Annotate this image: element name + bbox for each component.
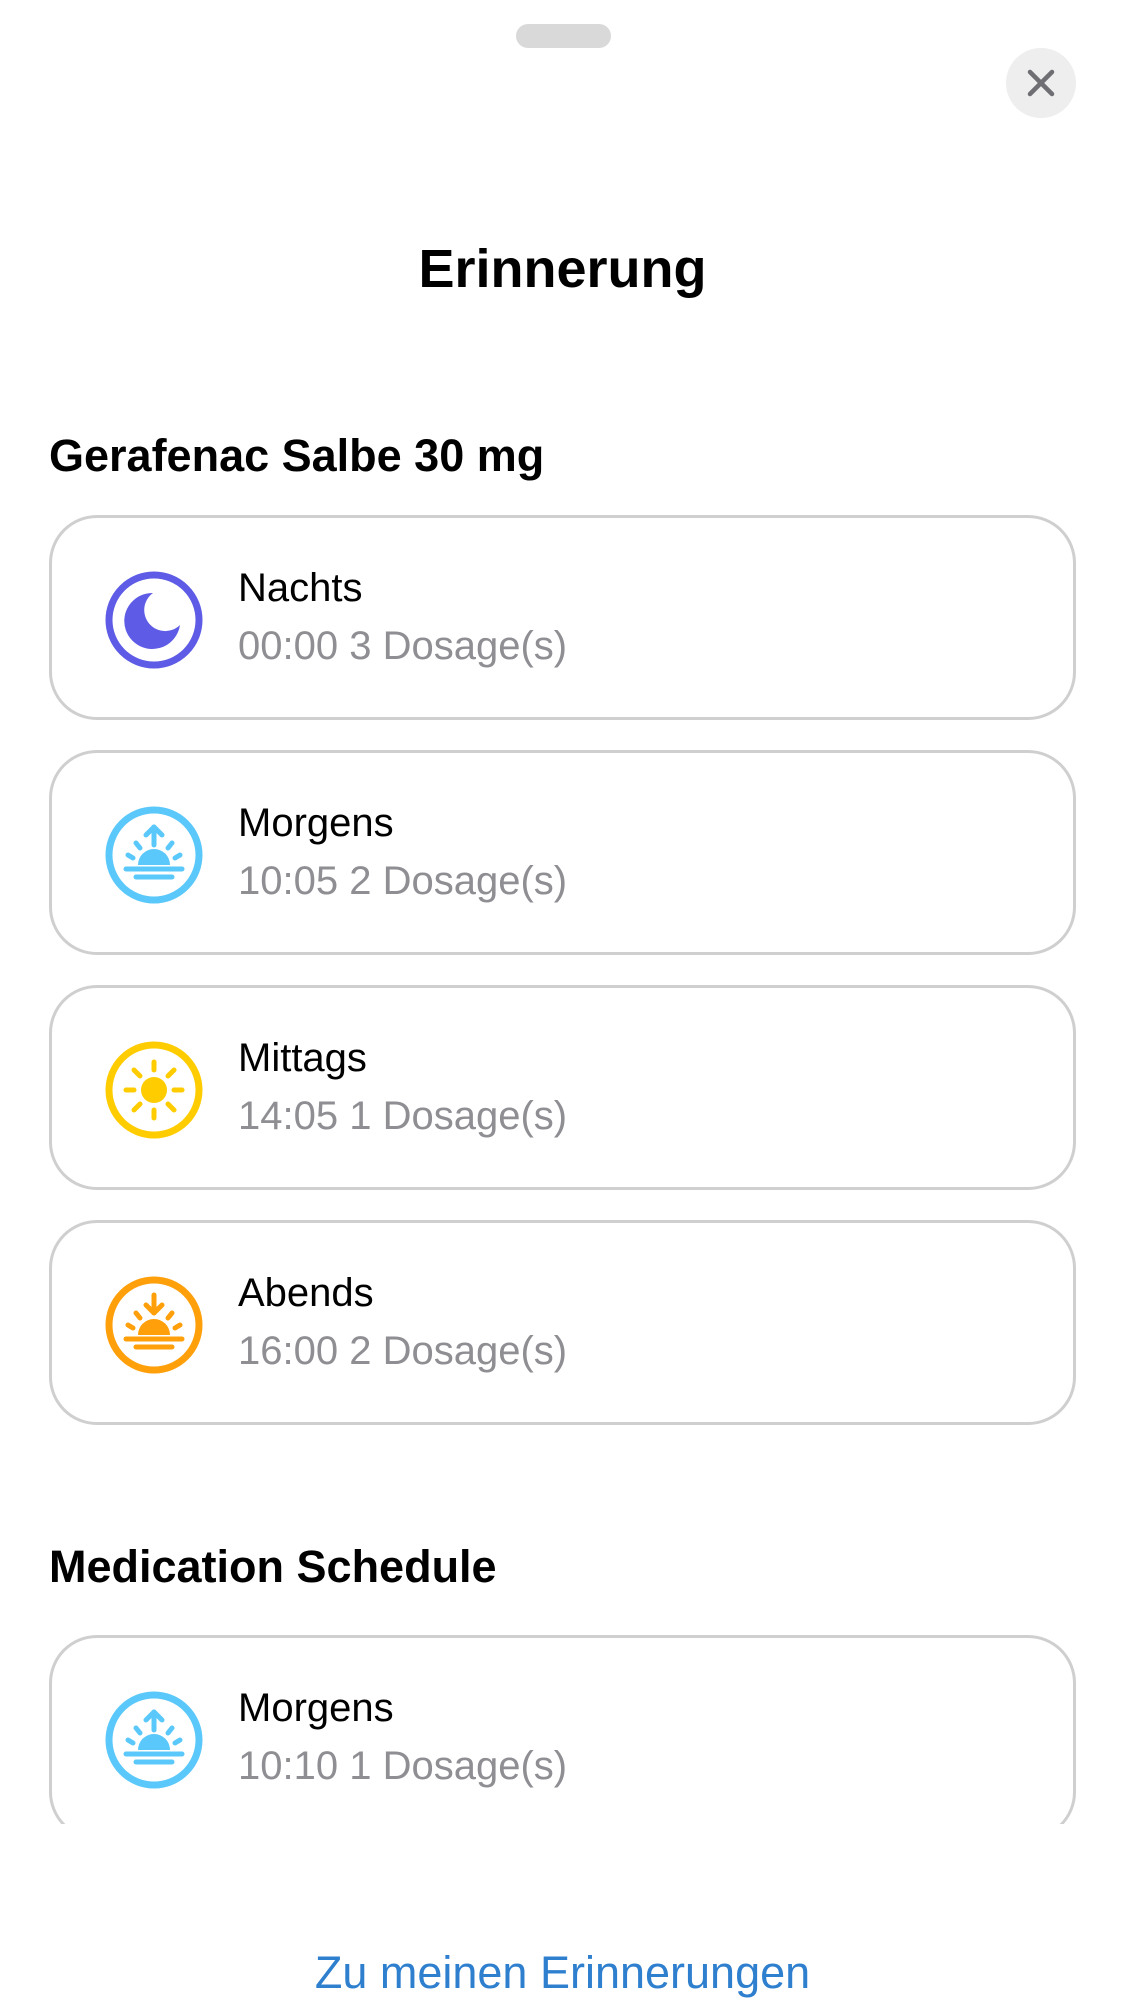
close-icon — [1027, 69, 1055, 97]
page-title: Erinnerung — [418, 239, 707, 299]
reminder-detail: 14:05 1 Dosage(s) — [238, 1094, 568, 1138]
sheet-grabber[interactable] — [516, 24, 611, 48]
reminder-detail: 00:00 3 Dosage(s) — [238, 624, 568, 668]
reminder-detail: 16:00 2 Dosage(s) — [238, 1329, 568, 1373]
reminder-label: Morgens — [238, 1686, 394, 1730]
reminder-card-mittags[interactable]: Mittags 14:05 1 Dosage(s) — [49, 985, 1076, 1190]
reminder-label: Abends — [238, 1271, 374, 1315]
reminder-card-morgens[interactable]: Morgens 10:10 1 Dosage(s) — [49, 1635, 1076, 1824]
schedule-list: Morgens 10:10 1 Dosage(s) — [0, 1600, 1125, 1824]
reminder-detail: 10:05 2 Dosage(s) — [238, 859, 568, 903]
moon-icon — [104, 570, 204, 670]
reminder-label: Nachts — [238, 566, 363, 610]
section-title-schedule: Medication Schedule — [49, 1541, 497, 1592]
reminder-card-morgens[interactable]: Morgens 10:05 2 Dosage(s) — [49, 750, 1076, 955]
reminder-card-nachts[interactable]: Nachts 00:00 3 Dosage(s) — [49, 515, 1076, 720]
reminder-label: Morgens — [238, 801, 394, 845]
reminder-detail: 10:10 1 Dosage(s) — [238, 1744, 568, 1788]
sunrise-icon — [104, 805, 204, 905]
my-reminders-link[interactable]: Zu meinen Erinnerungen — [0, 1945, 1125, 2001]
reminder-card-abends[interactable]: Abends 16:00 2 Dosage(s) — [49, 1220, 1076, 1425]
sun-icon — [104, 1040, 204, 1140]
sunset-icon — [104, 1275, 204, 1375]
sunrise-icon — [104, 1690, 204, 1790]
reminder-label: Mittags — [238, 1036, 367, 1080]
close-button[interactable] — [1006, 48, 1076, 118]
section-title-medication: Gerafenac Salbe 30 mg — [49, 430, 545, 481]
